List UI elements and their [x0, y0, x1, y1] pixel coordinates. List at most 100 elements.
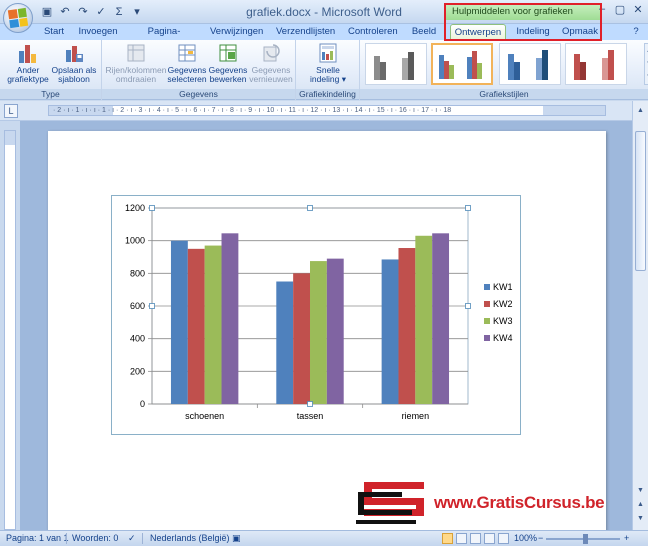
app-name: Microsoft Word [321, 5, 402, 19]
ruler-bar: L · 2 · ı · 1 · ı · ı · 1 · ı · 2 · ı · … [0, 101, 648, 121]
legend-swatch [484, 318, 490, 324]
tab-indeling[interactable]: Indeling [512, 24, 554, 40]
scroll-down-icon[interactable]: ▼ [635, 485, 646, 496]
bar [398, 248, 416, 404]
refresh-data-label-2: vernieuwen [249, 74, 293, 84]
next-page-icon[interactable]: ▼ [635, 513, 646, 524]
tab-opmaak[interactable]: Opmaak [562, 24, 598, 40]
tab-stop-icon[interactable]: L [4, 104, 18, 118]
switch-row-column-button[interactable]: Rijen/kolommen omdraaien [104, 42, 168, 84]
quick-layout-button[interactable]: Snelle indeling ▾ [300, 42, 356, 84]
chart-styles-gallery [363, 43, 643, 85]
horizontal-ruler[interactable]: · 2 · ı · 1 · ı · ı · 1 · ı · 2 · ı · 3 … [48, 105, 606, 116]
ribbon: Ander grafiektype Opslaan als sjabloon T… [0, 40, 648, 100]
bar [326, 258, 344, 404]
status-bar: Pagina: 1 van 1 Woorden: 0 ✓ Nederlands … [0, 530, 648, 546]
legend-label: KW1 [493, 282, 513, 292]
y-tick-label: 1000 [125, 236, 145, 246]
zoom-out-icon[interactable]: − [538, 533, 543, 543]
save-as-template-button[interactable]: Opslaan als sjabloon [50, 42, 98, 84]
macro-icon[interactable]: ▣ [232, 533, 241, 544]
bar [170, 240, 188, 404]
tab-beeld[interactable]: Beeld [410, 24, 438, 40]
style-2-bar [477, 63, 482, 79]
zoom-in-icon[interactable]: + [624, 533, 629, 543]
ruler-scale: · 2 · ı · 1 · ı · ı · 1 · ı · 2 · ı · 3 … [53, 107, 452, 114]
legend-label: KW2 [493, 299, 513, 309]
group-gegevens: Rijen/kolommen omdraaien Gegevens select… [102, 40, 296, 100]
tab-verwijzingen[interactable]: Verwijzingen [210, 24, 263, 40]
style-2-bar [444, 61, 449, 79]
style-2-bar [472, 51, 477, 79]
refresh-data-icon [261, 42, 281, 64]
scroll-up-icon[interactable]: ▲ [635, 105, 646, 116]
watermark: www.GratisCursus.be [356, 476, 606, 526]
edit-data-button[interactable]: Gegevens bewerken [208, 42, 248, 84]
style-1-bar [374, 56, 380, 80]
close-icon[interactable]: ✕ [632, 3, 644, 16]
prev-page-icon[interactable]: ▲ [635, 499, 646, 510]
tab-pagina-indeling[interactable]: Pagina-indeling [132, 24, 196, 52]
help-icon[interactable]: ? [630, 24, 642, 40]
refresh-data-button[interactable]: Gegevens vernieuwen [248, 42, 294, 84]
tab-controleren[interactable]: Controleren [348, 24, 398, 40]
web-layout-icon[interactable] [470, 533, 481, 544]
style-4-bar [574, 54, 580, 80]
language[interactable]: Nederlands (België) [150, 533, 230, 543]
watermark-logo [356, 482, 424, 524]
quick-layout-icon [318, 42, 338, 64]
selection-handle [465, 205, 471, 211]
bar [310, 261, 327, 404]
watermark-text: www.GratisCursus.be [434, 493, 605, 512]
chart-style-3[interactable] [499, 43, 561, 85]
x-tick-label: schoenen [185, 411, 224, 421]
minimize-icon[interactable]: – [596, 3, 608, 16]
tab-ontwerpen[interactable]: Ontwerpen [450, 24, 506, 40]
page-count[interactable]: Pagina: 1 van 1 [6, 533, 69, 543]
tab-invoegen[interactable]: Invoegen [78, 24, 118, 40]
edit-data-icon [218, 42, 238, 64]
group-grafiekindeling: Snelle indeling ▾ Grafiekindeling [296, 40, 360, 100]
vertical-scrollbar[interactable]: ▲ ▼ ▲ ▼ [632, 101, 648, 530]
ribbon-tabs: Start Invoegen Pagina-indeling Verwijzin… [0, 24, 648, 52]
bar [204, 245, 222, 404]
outline-view-icon[interactable] [484, 533, 495, 544]
document-name: grafiek.docx [246, 5, 311, 19]
office-button[interactable] [3, 3, 33, 33]
chart-style-2[interactable] [431, 43, 493, 85]
chart[interactable]: 0 200 400 600 800 1000 1200 schoenen tassen rieme… [111, 195, 521, 435]
y-tick-label: 400 [130, 334, 145, 344]
chart-style-4[interactable] [565, 43, 627, 85]
style-1-bar [402, 58, 408, 80]
vertical-ruler[interactable] [4, 130, 16, 530]
print-layout-icon[interactable] [442, 533, 453, 544]
switch-row-column-icon [126, 42, 146, 64]
quick-layout-label-2: indeling ▾ [310, 74, 346, 84]
maximize-icon[interactable]: ▢ [614, 3, 626, 16]
full-screen-reading-icon[interactable] [456, 533, 467, 544]
chart-style-1[interactable] [365, 43, 427, 85]
save-template-icon [64, 42, 84, 64]
style-3-bar [542, 50, 548, 80]
style-4-bar [602, 58, 608, 80]
word-count[interactable]: Woorden: 0 [72, 533, 118, 543]
switch-row-column-label-2: omdraaien [115, 74, 157, 84]
scrollbar-thumb[interactable] [635, 131, 646, 271]
chart-canvas[interactable]: 0 200 400 600 800 1000 1200 schoenen tassen rieme… [112, 196, 522, 436]
edit-data-label-2: bewerken [209, 74, 247, 84]
gallery-scroll[interactable]: ▴▾▿ [644, 43, 648, 85]
tab-start[interactable]: Start [42, 24, 66, 40]
zoom-level[interactable]: 100% [514, 533, 537, 543]
y-tick-label: 1200 [125, 203, 145, 213]
tab-verzendlijsten[interactable]: Verzendlijsten [276, 24, 335, 40]
x-tick-label: tassen [297, 411, 324, 421]
proofing-icon[interactable]: ✓ [128, 533, 136, 544]
zoom-slider-handle[interactable] [583, 534, 588, 544]
change-chart-type-button[interactable]: Ander grafiektype [6, 42, 50, 84]
draft-view-icon[interactable] [498, 533, 509, 544]
y-tick-label: 0 [140, 399, 145, 409]
style-1-bar [380, 62, 386, 80]
select-data-button[interactable]: Gegevens selecteren [166, 42, 208, 84]
vertical-ruler-margin [5, 131, 15, 145]
window-controls: – ▢ ✕ [596, 3, 644, 16]
